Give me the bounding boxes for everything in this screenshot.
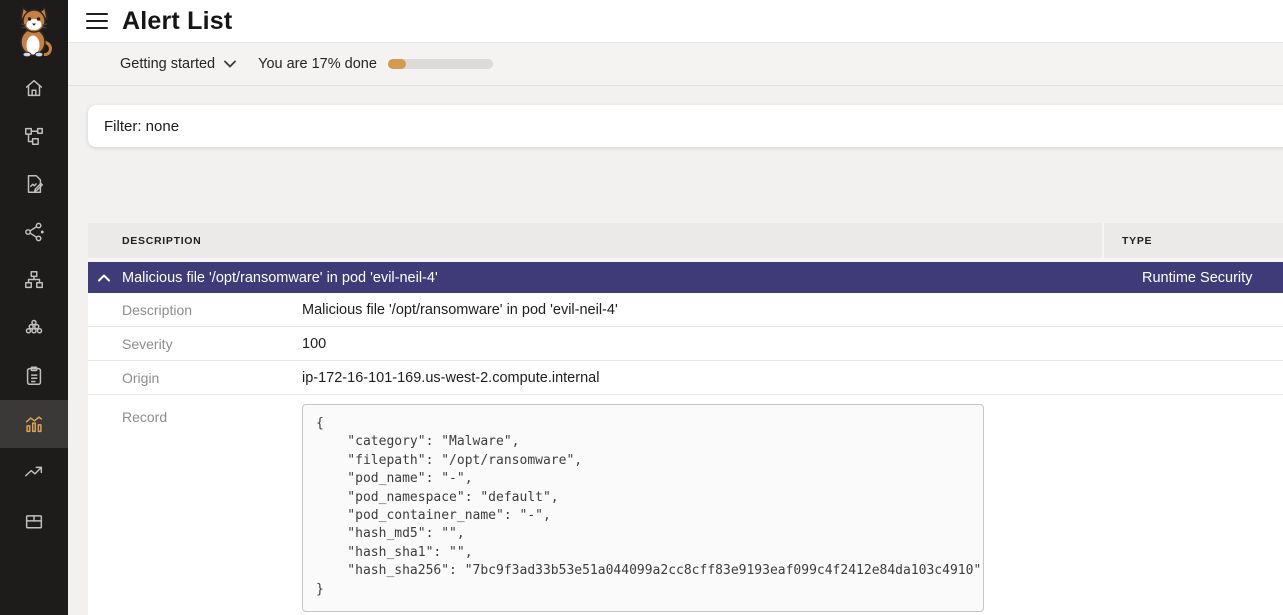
getting-started-dropdown[interactable]: Getting started [120, 56, 236, 72]
column-header-type: TYPE [1102, 223, 1283, 258]
detail-value: 100 [302, 336, 326, 352]
detail-value: Malicious file '/opt/ransomware' in pod … [302, 302, 618, 318]
package-box-icon [23, 509, 45, 531]
detail-row-origin: Origin ip-172-16-101-169.us-west-2.compu… [88, 361, 1283, 395]
page-title: Alert List [122, 7, 232, 36]
sidebar-item-hierarchy[interactable] [0, 256, 68, 304]
detail-label: Record [88, 395, 302, 425]
detail-value: ip-172-16-101-169.us-west-2.compute.inte… [302, 370, 599, 386]
cat-mascot-logo[interactable] [12, 6, 56, 58]
menu-toggle-button[interactable] [86, 13, 108, 29]
filter-label: Filter: none [104, 118, 179, 135]
column-header-description: DESCRIPTION [88, 223, 1102, 258]
progress-bar-fill [388, 59, 406, 69]
content-area: Filter: none DESCRIPTION TYPE Malicious … [68, 86, 1283, 615]
top-header: Alert List [68, 0, 1283, 42]
document-edit-icon [23, 173, 45, 195]
clipboard-icon [23, 365, 45, 387]
table-header: DESCRIPTION TYPE [88, 223, 1283, 262]
chevron-down-icon [224, 60, 236, 68]
sitemap-icon [23, 269, 45, 291]
chevron-up-icon[interactable] [88, 274, 110, 282]
sidebar-item-runtime-analytics[interactable] [0, 400, 68, 448]
sidebar-nav [0, 64, 68, 544]
cat-logo-icon [12, 6, 56, 58]
alert-row-expanded[interactable]: Malicious file '/opt/ransomware' in pod … [88, 262, 1283, 293]
trending-arrow-icon [23, 461, 45, 483]
sidebar-item-cluster[interactable] [0, 304, 68, 352]
sidebar-item-home[interactable] [0, 64, 68, 112]
detail-label: Description [88, 302, 302, 318]
topology-icon [23, 125, 45, 147]
detail-label: Origin [88, 370, 302, 386]
alerts-table: DESCRIPTION TYPE Malicious file '/opt/ra… [88, 223, 1283, 615]
home-icon [23, 77, 45, 99]
sidebar-item-posture[interactable] [0, 160, 68, 208]
cluster-circles-icon [23, 317, 45, 339]
alert-description: Malicious file '/opt/ransomware' in pod … [122, 270, 1122, 286]
sidebar-item-topology[interactable] [0, 112, 68, 160]
progress-text: You are 17% done [258, 56, 377, 72]
alert-type: Runtime Security [1122, 270, 1283, 286]
sidebar-item-reports[interactable] [0, 352, 68, 400]
detail-row-description: Description Malicious file '/opt/ransomw… [88, 293, 1283, 327]
app-root: Alert List Getting started You are 17% d… [0, 0, 1283, 615]
sidebar-item-registry[interactable] [0, 496, 68, 544]
filter-bar[interactable]: Filter: none [88, 105, 1283, 147]
detail-row-record: Record { "category": "Malware", "filepat… [88, 395, 1283, 615]
detail-label: Severity [88, 336, 302, 352]
getting-started-label: Getting started [120, 56, 215, 72]
analytics-chart-icon [23, 413, 45, 435]
sidebar [0, 0, 68, 615]
progress-bar [388, 59, 493, 69]
sidebar-item-trends[interactable] [0, 448, 68, 496]
sidebar-item-network[interactable] [0, 208, 68, 256]
onboarding-bar: Getting started You are 17% done [68, 42, 1283, 86]
main-area: Alert List Getting started You are 17% d… [68, 0, 1283, 615]
detail-row-severity: Severity 100 [88, 327, 1283, 361]
record-json-block: { "category": "Malware", "filepath": "/o… [302, 404, 984, 612]
network-graph-icon [23, 221, 45, 243]
